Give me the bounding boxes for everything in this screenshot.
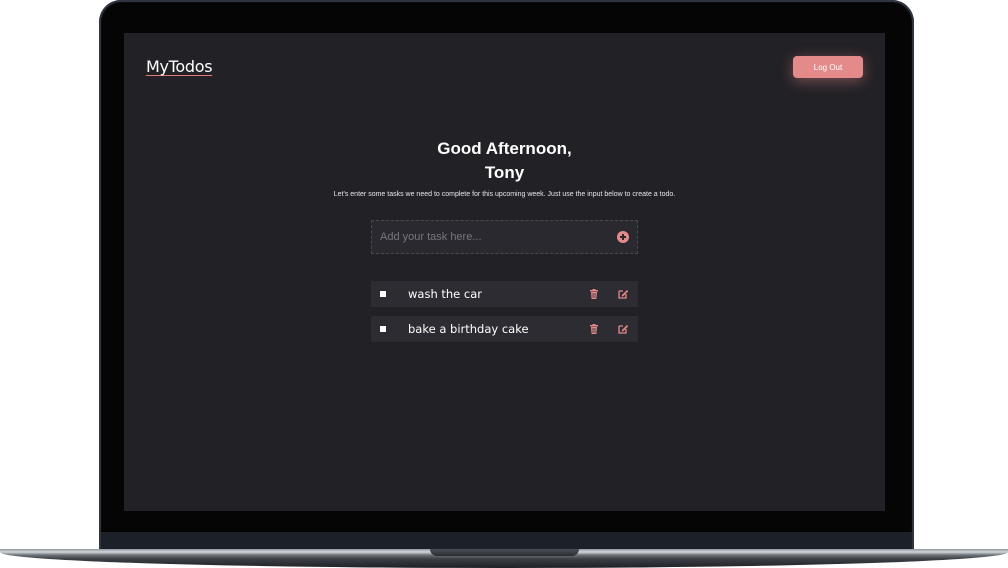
trash-icon[interactable] (590, 289, 598, 299)
plus-circle-icon[interactable] (617, 231, 629, 243)
app-logo[interactable]: MyTodos (146, 57, 213, 76)
laptop-chin (101, 532, 912, 550)
greeting-line-1: Good Afternoon, (437, 139, 572, 158)
greeting-heading: Good Afternoon, Tony (124, 137, 885, 185)
edit-icon[interactable] (618, 289, 629, 299)
todo-text: bake a birthday cake (408, 322, 529, 336)
laptop-notch (430, 549, 579, 556)
todo-list: wash the car bake a birthday cake (371, 281, 638, 351)
task-input[interactable] (380, 221, 605, 253)
page-subtitle: Let's enter some tasks we need to comple… (333, 191, 676, 198)
todo-text: wash the car (408, 287, 483, 301)
app-screen: MyTodos Log Out Good Afternoon, Tony Let… (124, 33, 885, 511)
task-input-container (371, 220, 638, 254)
todo-item: wash the car (371, 281, 638, 307)
edit-icon[interactable] (618, 324, 629, 334)
greeting-line-2: Tony (484, 163, 525, 182)
logout-button[interactable]: Log Out (793, 56, 863, 78)
todo-item: bake a birthday cake (371, 316, 638, 342)
trash-icon[interactable] (590, 324, 598, 334)
todo-checkbox[interactable] (380, 291, 386, 297)
todo-checkbox[interactable] (380, 326, 386, 332)
